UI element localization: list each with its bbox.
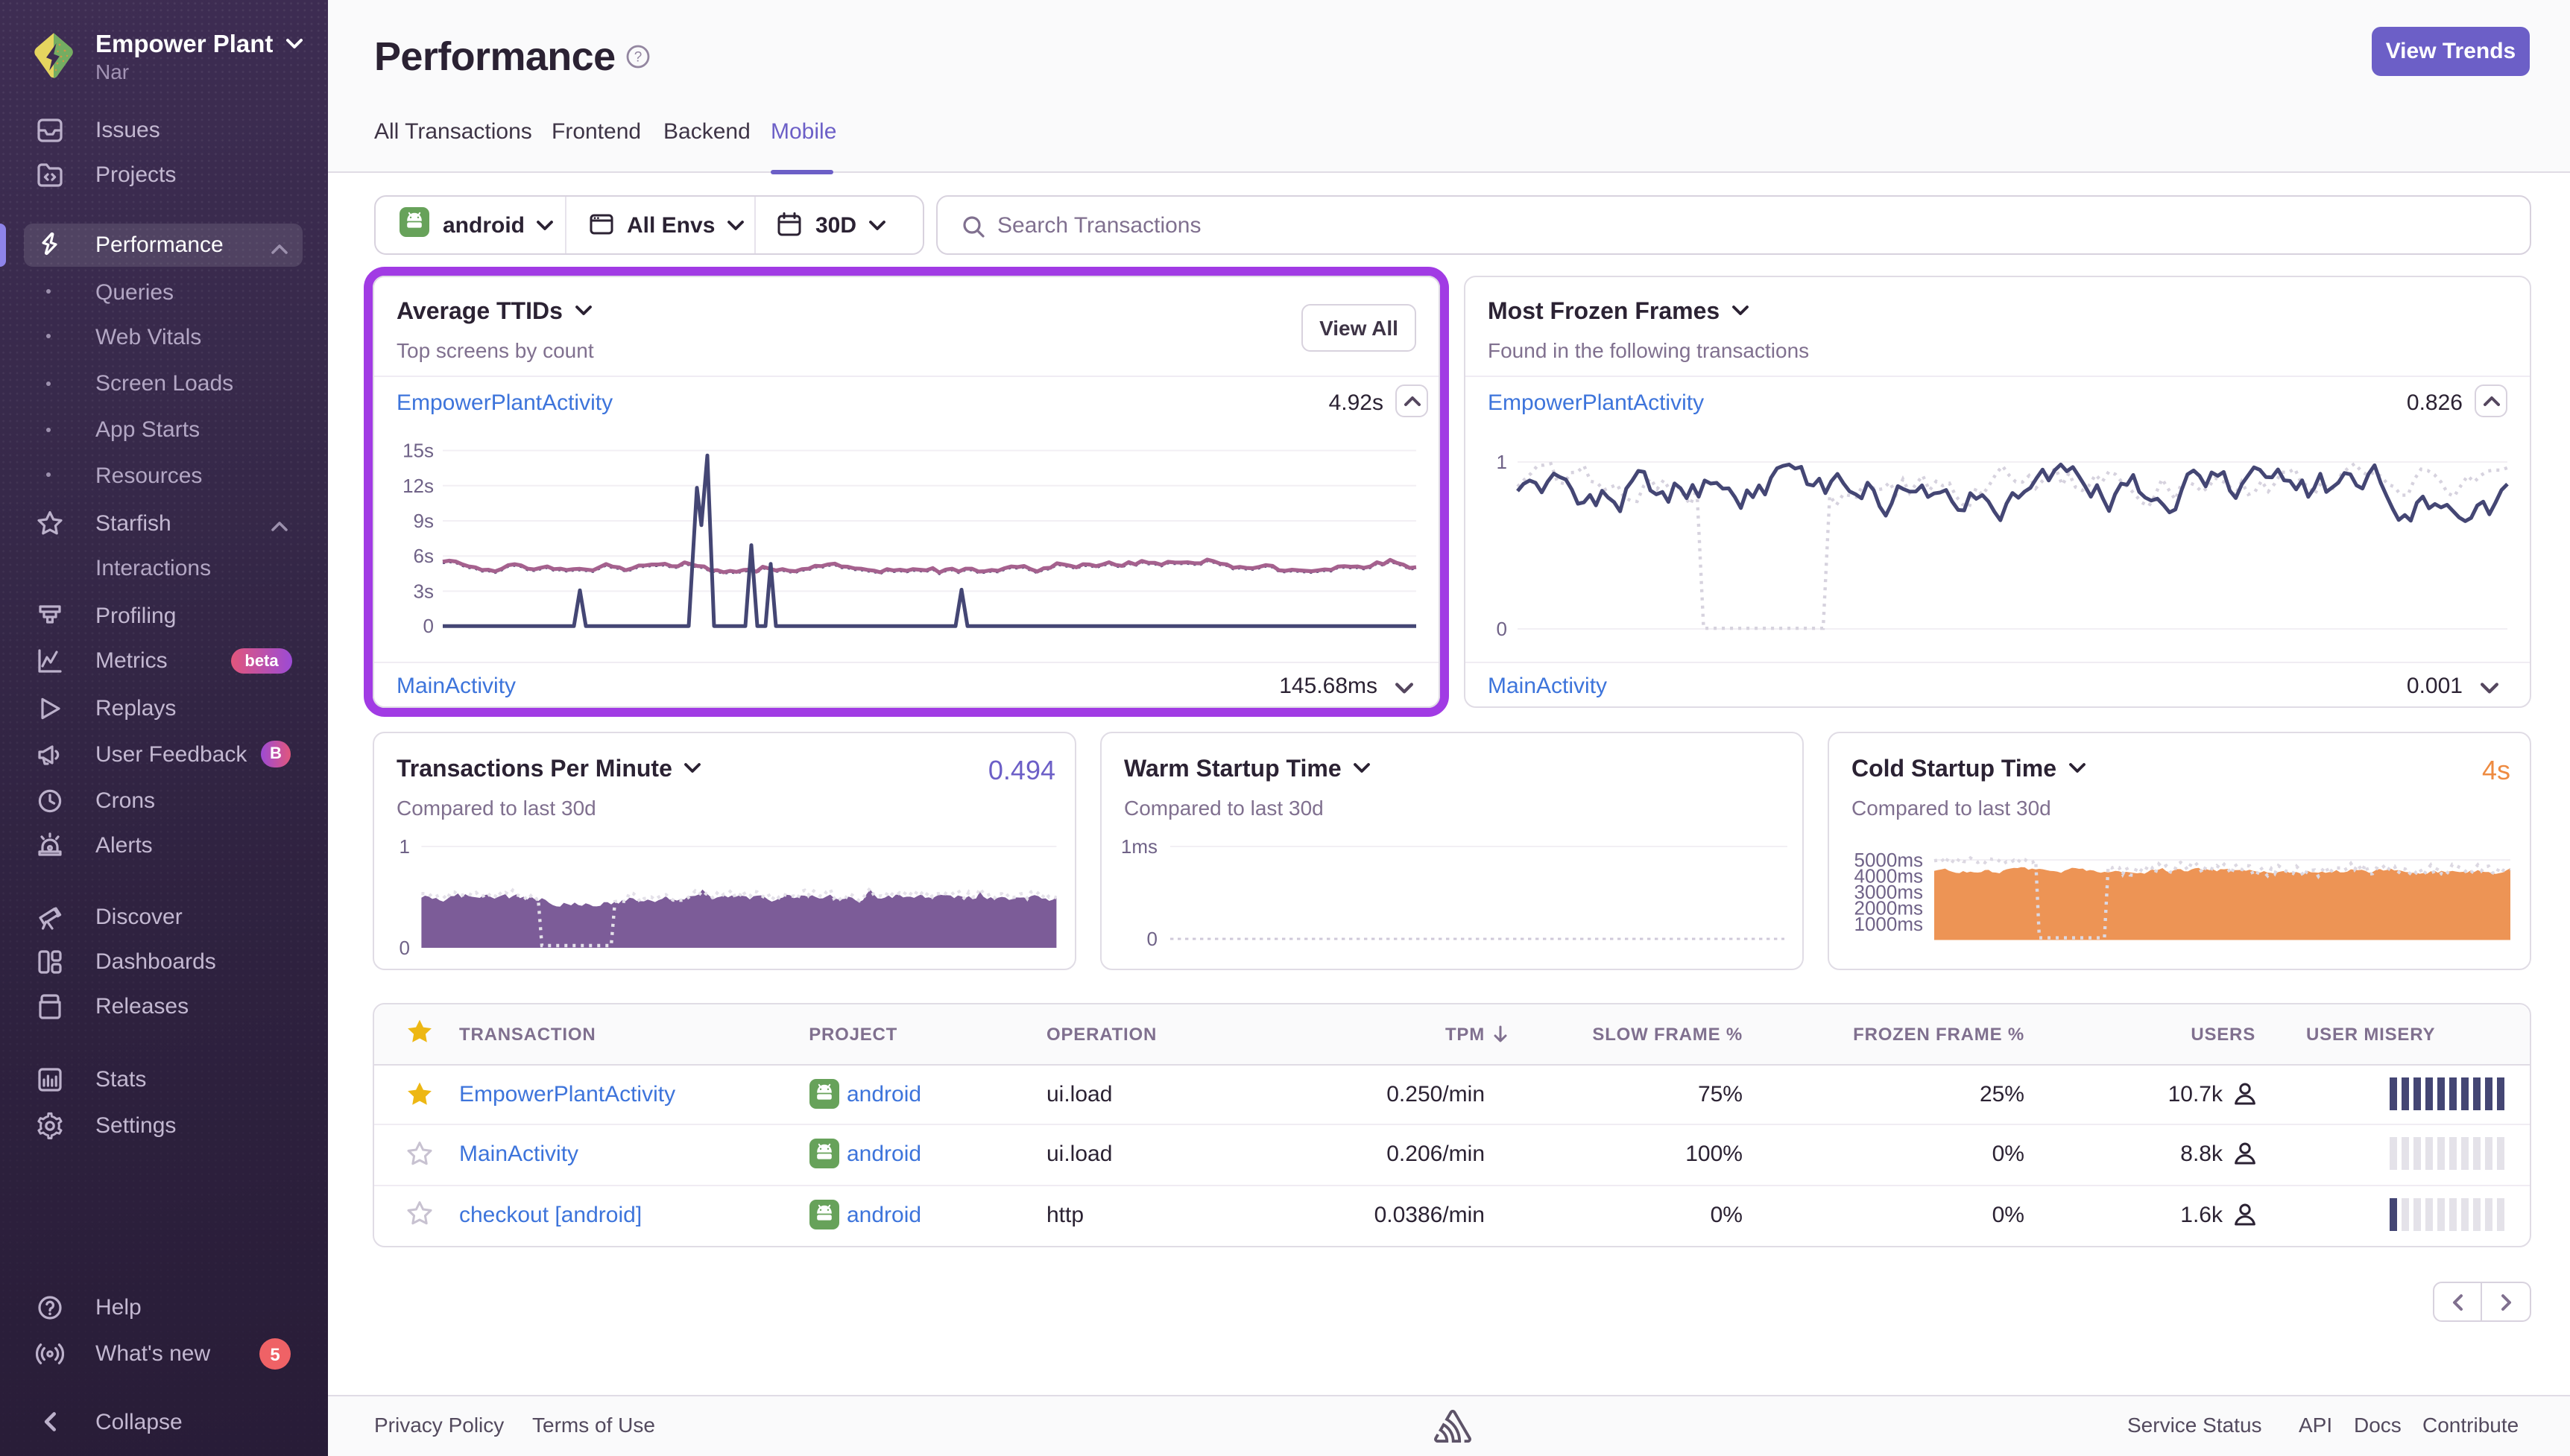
svg-text:15s: 15s: [402, 440, 434, 462]
svg-text:6s: 6s: [414, 545, 434, 567]
svg-text:1ms: 1ms: [1121, 835, 1158, 858]
svg-text:0: 0: [423, 615, 434, 637]
svg-text:3s: 3s: [414, 580, 434, 602]
svg-text:0: 0: [1147, 928, 1158, 950]
svg-text:9s: 9s: [414, 510, 434, 532]
svg-text:0: 0: [1497, 618, 1507, 640]
svg-text:1: 1: [1497, 451, 1507, 473]
svg-text:0: 0: [400, 937, 410, 959]
svg-text:1: 1: [400, 835, 410, 858]
svg-text:1000ms: 1000ms: [1854, 913, 1924, 935]
svg-text:12s: 12s: [402, 475, 434, 497]
